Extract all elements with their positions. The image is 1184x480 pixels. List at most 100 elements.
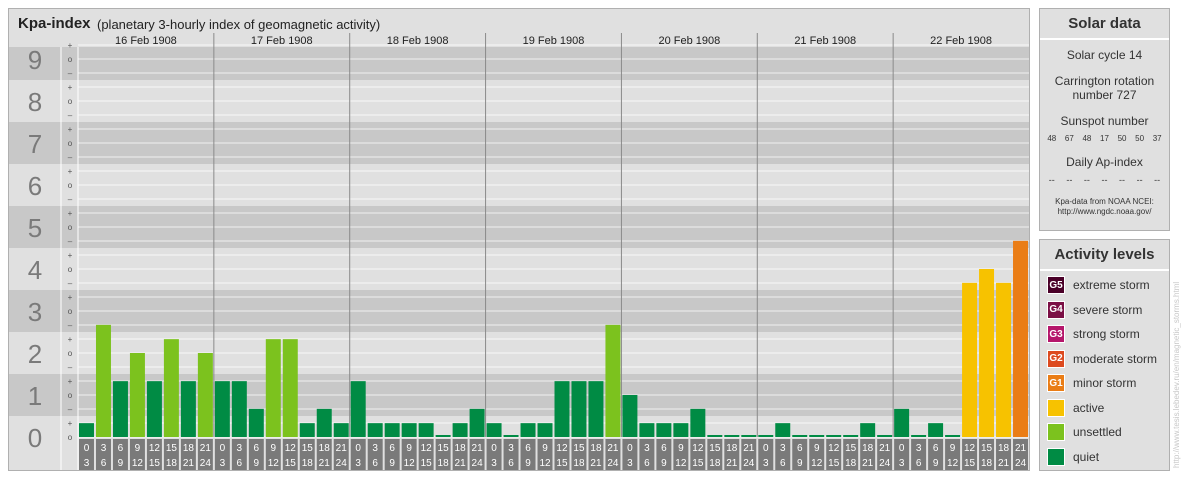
interval-start-label: 9: [950, 443, 956, 454]
y-minor-tick-label: o: [68, 223, 73, 232]
interval-start-label: 9: [406, 443, 412, 454]
ap-value: --: [1101, 175, 1108, 185]
interval-end-label: 24: [336, 458, 348, 469]
activity-level-swatch: [1047, 423, 1065, 441]
day-label: 16 Feb 1908: [115, 35, 177, 47]
interval-end-label: 15: [556, 458, 568, 469]
interval-end-label: 6: [508, 458, 514, 469]
interval-end-label: 12: [675, 458, 687, 469]
sunspot-value: 48: [1082, 134, 1092, 143]
interval-start-label: 6: [118, 443, 124, 454]
interval-end-label: 24: [607, 458, 619, 469]
interval-start-label: 0: [491, 443, 497, 454]
day-label: 20 Feb 1908: [658, 35, 720, 47]
activity-level-label: active: [1073, 400, 1105, 415]
interval-start-label: 3: [372, 443, 378, 454]
y-minor-tick-label: +: [68, 251, 73, 260]
interval-end-label: 21: [319, 458, 331, 469]
interval-end-label: 6: [644, 458, 650, 469]
sunspot-value: 50: [1135, 134, 1145, 143]
interval-end-label: 21: [726, 458, 738, 469]
interval-start-label: 15: [573, 443, 585, 454]
interval-end-label: 12: [132, 458, 144, 469]
kp-bar: [384, 423, 400, 437]
data-source-line1: Kpa-data from NOAA NCEI:: [1055, 197, 1154, 206]
interval-start-label: 15: [709, 443, 721, 454]
interval-end-label: 18: [166, 458, 178, 469]
interval-start-label: 3: [916, 443, 922, 454]
activity-level-swatch: G2: [1047, 349, 1065, 368]
interval-start-label: 0: [84, 443, 90, 454]
y-minor-tick-label: o: [68, 97, 73, 106]
interval-start-label: 0: [220, 443, 226, 454]
interval-end-label: 12: [947, 458, 959, 469]
interval-end-label: 24: [200, 458, 212, 469]
interval-end-label: 3: [84, 458, 90, 469]
ap-index-values: -- -- -- -- -- -- --: [1040, 175, 1169, 185]
kp-bar: [758, 435, 774, 437]
activity-level-swatch: G1: [1047, 374, 1065, 392]
interval-start-label: 21: [607, 443, 619, 454]
carrington-rotation-line2: number 727: [1072, 88, 1137, 102]
ap-value: --: [1119, 175, 1126, 185]
kp-bar: [486, 423, 502, 437]
interval-end-label: 9: [389, 458, 395, 469]
interval-end-label: 6: [237, 458, 243, 469]
activity-level-swatch: G4: [1047, 300, 1065, 319]
activity-level-minor-storm: G1 minor storm: [1047, 373, 1136, 393]
sunspot-values: 48 67 48 17 50 50 37: [1040, 134, 1169, 143]
kp-bar: [962, 282, 978, 437]
interval-start-label: 18: [319, 443, 331, 454]
solar-data-heading: Solar data: [1040, 9, 1169, 40]
interval-start-label: 18: [455, 443, 467, 454]
interval-start-label: 15: [166, 443, 178, 454]
kp-bar: [197, 353, 213, 437]
interval-end-label: 24: [472, 458, 484, 469]
kp-bar: [95, 324, 111, 437]
y-minor-tick-label: +: [68, 41, 73, 50]
kp-bar: [214, 381, 230, 437]
y-tick-label: 8: [28, 87, 42, 117]
y-tick-label: 9: [28, 45, 42, 75]
kp-bar: [333, 423, 349, 437]
y-minor-tick-label: –: [68, 321, 73, 330]
y-minor-tick-label: o: [68, 391, 73, 400]
y-tick-label: 5: [28, 213, 42, 243]
kp-bar: [775, 423, 791, 437]
interval-start-label: 12: [828, 443, 840, 454]
activity-level-label: minor storm: [1073, 376, 1137, 390]
interval-end-label: 18: [981, 458, 993, 469]
kp-bar: [690, 408, 706, 437]
interval-end-label: 21: [455, 458, 467, 469]
interval-start-label: 0: [355, 443, 361, 454]
kp-bar: [316, 408, 332, 437]
credit-watermark: http://www.tesis.lebedev.ru/en/magnetic_…: [1172, 281, 1181, 468]
y-minor-tick-label: –: [68, 111, 73, 120]
interval-end-label: 9: [933, 458, 939, 469]
kp-bar: [945, 435, 961, 437]
interval-start-label: 15: [302, 443, 314, 454]
interval-end-label: 15: [421, 458, 433, 469]
interval-start-label: 21: [336, 443, 348, 454]
interval-start-label: 18: [183, 443, 195, 454]
kp-bar: [996, 282, 1012, 437]
interval-end-label: 6: [780, 458, 786, 469]
interval-start-label: 3: [237, 443, 243, 454]
interval-start-label: 6: [933, 443, 939, 454]
activity-level-extreme-storm: G5 extreme storm: [1047, 275, 1150, 295]
interval-end-label: 6: [916, 458, 922, 469]
interval-start-label: 3: [780, 443, 786, 454]
kp-bar: [231, 381, 247, 437]
kp-bar: [469, 408, 485, 437]
sunspot-value: 17: [1100, 134, 1109, 143]
interval-end-label: 15: [149, 458, 161, 469]
y-minor-tick-label: +: [68, 419, 73, 428]
sunspot-value: 50: [1117, 134, 1127, 143]
day-label: 21 Feb 1908: [794, 35, 856, 47]
activity-level-quiet: quiet: [1047, 447, 1099, 467]
interval-start-label: 12: [285, 443, 297, 454]
kp-bar: [843, 435, 859, 437]
interval-start-label: 6: [389, 443, 395, 454]
y-tick-label: 0: [28, 423, 42, 453]
interval-end-label: 3: [355, 458, 361, 469]
